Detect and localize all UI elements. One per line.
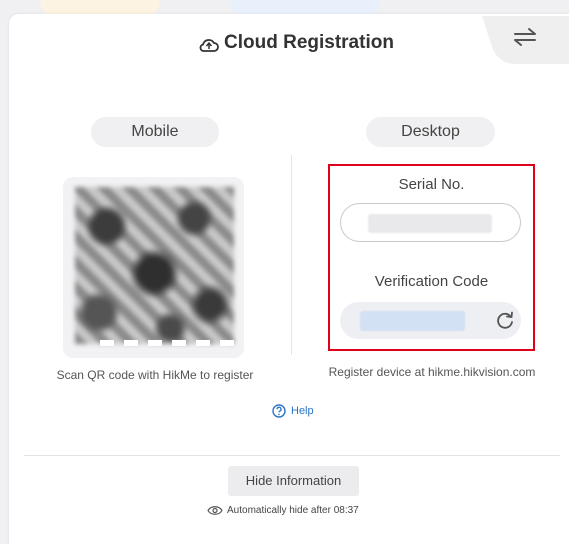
cloud-icon	[199, 39, 219, 52]
verification-value-redacted	[360, 311, 465, 331]
hide-information-button[interactable]: Hide Information	[228, 466, 359, 496]
help-circle-icon	[272, 404, 286, 418]
tab-mobile: Mobile	[91, 117, 219, 147]
verification-label: Verification Code	[374, 273, 489, 290]
eye-icon	[207, 506, 223, 515]
help-label[interactable]: Help	[291, 405, 314, 417]
tab-desktop: Desktop	[366, 117, 495, 147]
serial-label: Serial No.	[398, 176, 465, 193]
footer-divider	[24, 455, 560, 456]
mobile-caption: Scan QR code with HikMe to register	[56, 368, 254, 382]
page-title: Cloud Registration	[224, 32, 394, 53]
column-divider	[291, 155, 292, 355]
desktop-caption: Register device at hikme.hikvision.com	[328, 365, 536, 379]
qr-code-edge	[100, 340, 240, 346]
auto-hide-text: Automatically hide after 08:37	[227, 505, 359, 516]
qr-code-image	[75, 187, 234, 344]
page-header: Cloud Registration	[0, 30, 569, 60]
refresh-icon[interactable]	[494, 309, 516, 331]
serial-value-redacted	[368, 214, 492, 233]
